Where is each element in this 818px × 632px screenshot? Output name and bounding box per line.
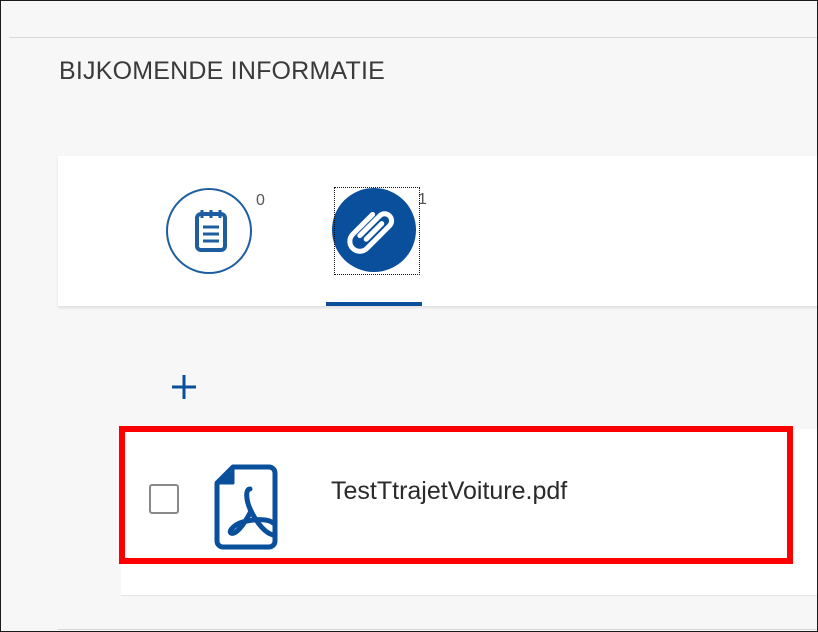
attachments-count-badge: 1 — [418, 191, 427, 208]
divider — [9, 37, 817, 38]
tab-selected-indicator — [326, 302, 422, 306]
tab-bar: 0 1 — [58, 156, 817, 306]
highlight-annotation — [119, 426, 793, 564]
notes-icon — [166, 188, 252, 274]
divider — [58, 629, 817, 630]
plus-icon — [172, 375, 196, 399]
notes-count-badge: 0 — [256, 192, 265, 209]
add-attachment-button[interactable] — [166, 369, 202, 405]
tab-notes[interactable]: 0 — [166, 188, 265, 274]
paperclip-icon — [332, 188, 416, 272]
additional-info-panel: BIJKOMENDE INFORMATIE 0 1 TestTtrajetVoi… — [0, 0, 818, 632]
tab-attachments[interactable]: 1 — [326, 188, 427, 278]
section-title: BIJKOMENDE INFORMATIE — [59, 57, 385, 85]
